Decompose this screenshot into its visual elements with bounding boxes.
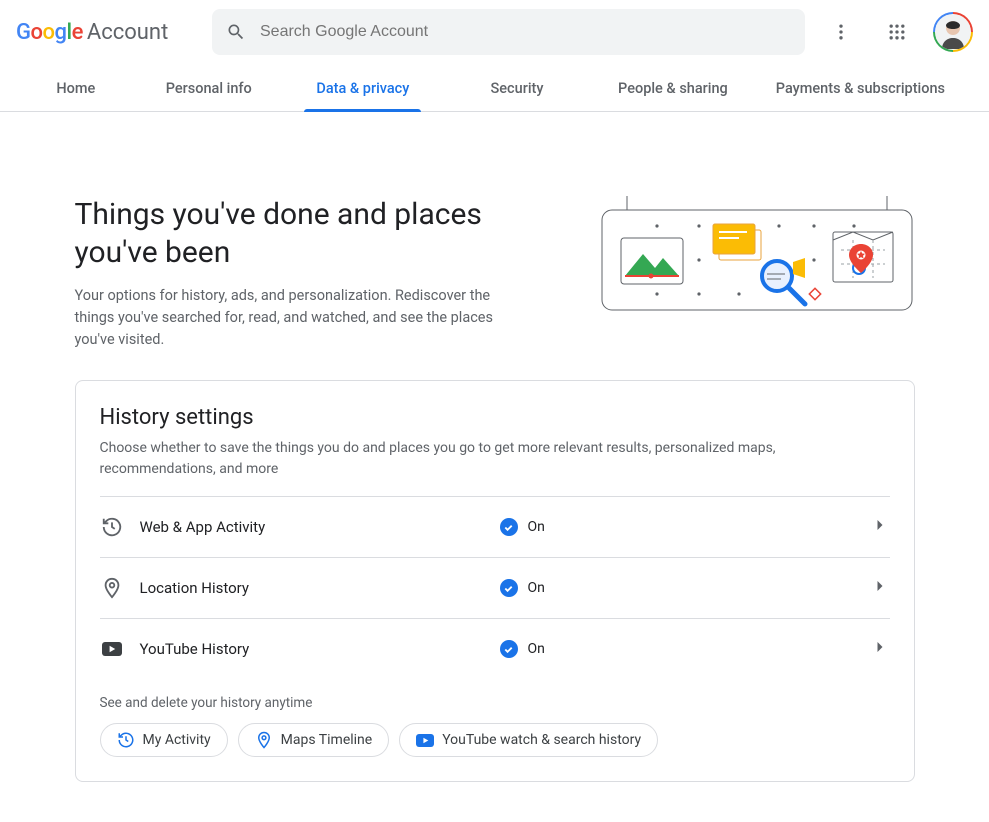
nav-tabs: Home Personal info Data & privacy Securi… — [0, 64, 989, 112]
hero-subtitle: Your options for history, ads, and perso… — [75, 285, 515, 350]
chevron-right-icon — [870, 637, 890, 661]
check-icon — [500, 640, 518, 658]
header-actions — [821, 12, 973, 52]
row-youtube-history[interactable]: YouTube History On — [100, 618, 890, 679]
account-avatar[interactable] — [933, 12, 973, 52]
tab-payments-subscriptions[interactable]: Payments & subscriptions — [756, 80, 965, 111]
chip-maps-timeline[interactable]: Maps Timeline — [238, 723, 390, 757]
row-web-app-activity[interactable]: Web & App Activity On — [100, 496, 890, 557]
brand-logo[interactable]: Google Account — [16, 20, 196, 45]
search-box[interactable] — [212, 9, 805, 55]
row-location-history[interactable]: Location History On — [100, 557, 890, 618]
check-icon — [500, 518, 518, 536]
history-icon — [117, 731, 135, 749]
tab-personal-info[interactable]: Personal info — [136, 80, 282, 111]
location-pin-icon — [100, 576, 124, 600]
history-note: See and delete your history anytime — [100, 695, 890, 711]
search-icon — [226, 22, 246, 42]
card-title: History settings — [100, 405, 890, 430]
product-label: Account — [87, 20, 168, 45]
row-label: YouTube History — [140, 640, 500, 658]
history-chips: My Activity Maps Timeline YouTube watch … — [100, 723, 890, 757]
tab-people-sharing[interactable]: People & sharing — [598, 80, 748, 111]
chip-label: Maps Timeline — [281, 732, 373, 748]
tab-security[interactable]: Security — [444, 80, 590, 111]
chevron-right-icon — [870, 576, 890, 600]
chip-youtube-history[interactable]: YouTube watch & search history — [399, 723, 658, 757]
apps-grid-icon[interactable] — [877, 12, 917, 52]
chip-my-activity[interactable]: My Activity — [100, 723, 228, 757]
history-icon — [100, 515, 124, 539]
card-subtitle: Choose whether to save the things you do… — [100, 438, 890, 480]
row-status: On — [500, 579, 870, 597]
more-vert-icon[interactable] — [821, 12, 861, 52]
chevron-right-icon — [870, 515, 890, 539]
row-label: Location History — [140, 579, 500, 597]
location-pin-icon — [255, 731, 273, 749]
app-header: Google Account — [0, 0, 989, 64]
history-settings-card: History settings Choose whether to save … — [75, 380, 915, 782]
row-status: On — [500, 518, 870, 536]
hero-title: Things you've done and places you've bee… — [75, 196, 559, 271]
check-icon — [500, 579, 518, 597]
youtube-icon — [100, 637, 124, 661]
chip-label: YouTube watch & search history — [442, 732, 641, 748]
hero-illustration — [599, 196, 915, 320]
avatar-icon — [936, 15, 970, 49]
youtube-icon — [416, 734, 434, 747]
search-input[interactable] — [260, 23, 791, 41]
row-status: On — [500, 640, 870, 658]
google-wordmark: Google — [16, 20, 83, 45]
tab-data-privacy[interactable]: Data & privacy — [290, 80, 436, 111]
hero-section: Things you've done and places you've bee… — [75, 136, 915, 380]
row-label: Web & App Activity — [140, 518, 500, 536]
chip-label: My Activity — [143, 732, 211, 748]
main-content: Things you've done and places you've bee… — [75, 112, 915, 822]
tab-home[interactable]: Home — [24, 80, 128, 111]
